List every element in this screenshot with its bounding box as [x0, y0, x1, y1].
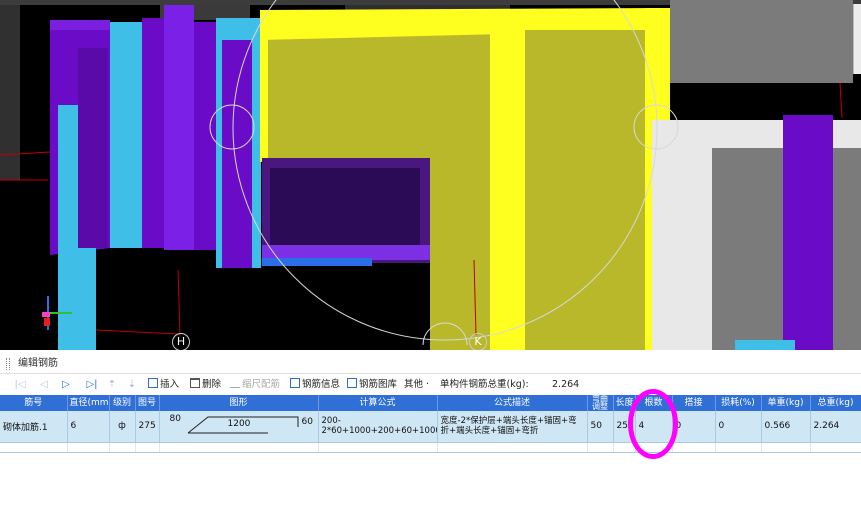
cell-grade[interactable]: ф — [109, 411, 136, 443]
cell-description[interactable]: 宽度-2*保护层+端头长度+锚固+弯折+端头长度+锚固+弯折 — [437, 411, 588, 443]
header-shape[interactable]: 图形 — [159, 395, 319, 411]
header-description[interactable]: 公式描述 — [437, 395, 588, 411]
header-bar-no[interactable]: 筋号 — [0, 395, 68, 411]
first-record-button[interactable]: |◁ — [12, 378, 28, 392]
cell-unit-weight[interactable]: 0.566 — [761, 411, 811, 443]
drag-grip-icon[interactable] — [6, 358, 10, 370]
scale-spacing-button[interactable]: 缩尺配筋 — [230, 378, 280, 392]
delete-label: 删除 — [202, 379, 222, 390]
move-up-icon[interactable]: ⇡ — [108, 378, 116, 392]
rebar-editor-screen: H K 编辑钢筋 |◁ ◁ ▷ ▷| ⇡ ⇣ 插入 删除 缩尺配筋 钢筋信息 钢… — [0, 0, 861, 519]
header-total-weight[interactable]: 总重(kg) — [810, 395, 861, 411]
shape-dim-left: 80 — [169, 414, 181, 424]
scale-icon — [230, 378, 240, 388]
cell-bend-adjust[interactable]: 50 — [587, 411, 614, 443]
3d-scene[interactable] — [0, 0, 861, 350]
next-record-button[interactable]: ▷ — [60, 378, 72, 392]
header-unit-weight[interactable]: 单重(kg) — [761, 395, 811, 411]
rebar-info-button[interactable]: 钢筋信息 — [290, 378, 340, 392]
total-weight-value: 2.264 — [552, 379, 580, 390]
insert-label: 插入 — [160, 379, 180, 390]
header-loss[interactable]: 损耗(%) — [715, 395, 762, 411]
panel-title: 编辑钢筋 — [0, 354, 861, 374]
cell-shape[interactable]: 80 1200 60 — [159, 411, 319, 443]
prev-record-button[interactable]: ◁ — [38, 378, 50, 392]
scale-spacing-label: 缩尺配筋 — [242, 379, 281, 390]
cell-diameter[interactable]: 6 — [67, 411, 110, 443]
insert-icon — [148, 378, 158, 388]
cell-total-weight[interactable]: 2.264 — [810, 411, 861, 443]
panel-title-text: 编辑钢筋 — [18, 358, 58, 369]
rebar-info-label: 钢筋信息 — [302, 379, 341, 390]
edit-rebar-panel: 编辑钢筋 |◁ ◁ ▷ ▷| ⇡ ⇣ 插入 删除 缩尺配筋 钢筋信息 钢筋图库 — [0, 350, 861, 519]
cell-bar-no[interactable]: 砌体加筋.1 — [0, 411, 68, 443]
move-down-icon[interactable]: ⇣ — [128, 378, 136, 392]
rebar-library-icon — [347, 378, 357, 388]
shape-dim-right: 60 — [301, 417, 313, 427]
insert-button[interactable]: 插入 — [148, 378, 179, 392]
empty-row — [0, 442, 861, 453]
header-formula[interactable]: 计算公式 — [318, 395, 438, 411]
cell-formula[interactable]: 200-2*60+1000+200+60+1000+200+60 — [318, 411, 438, 443]
cell-figure-no[interactable]: 275 — [135, 411, 160, 443]
other-menu-button[interactable]: 其他 · — [404, 378, 429, 392]
header-figure-no[interactable]: 图号 — [135, 395, 160, 411]
cell-lap[interactable]: 0 — [672, 411, 716, 443]
total-weight-label: 单构件钢筋总重(kg): — [440, 379, 529, 390]
view-cube-mini[interactable] — [853, 4, 861, 74]
rebar-table: 筋号 直径(mm) 级别 图号 图形 计算公式 公式描述 弯曲调整 长度 根数 … — [0, 395, 861, 453]
cell-loss[interactable]: 0 — [715, 411, 762, 443]
header-diameter[interactable]: 直径(mm) — [67, 395, 110, 411]
axis-label-h: H — [172, 333, 190, 350]
rebar-library-label: 钢筋图库 — [359, 379, 398, 390]
shape-dim-mid: 1200 — [227, 419, 251, 429]
delete-button[interactable]: 删除 — [190, 378, 221, 392]
header-lap[interactable]: 搭接 — [672, 395, 716, 411]
last-record-button[interactable]: ▷| — [84, 378, 100, 392]
rebar-library-button[interactable]: 钢筋图库 — [347, 378, 397, 392]
rebar-info-icon — [290, 378, 300, 388]
table-row[interactable]: 砌体加筋.1 6 ф 275 80 1200 60 200-2*60+1000+… — [0, 411, 861, 443]
panel-toolbar: |◁ ◁ ▷ ▷| ⇡ ⇣ 插入 删除 缩尺配筋 钢筋信息 钢筋图库 其他 · … — [0, 375, 861, 395]
trash-icon — [190, 378, 200, 388]
count-highlight-circle — [628, 389, 678, 459]
3d-viewport[interactable]: H K — [0, 0, 861, 350]
axis-label-k: K — [469, 333, 487, 350]
table-header-row: 筋号 直径(mm) 级别 图号 图形 计算公式 公式描述 弯曲调整 长度 根数 … — [0, 395, 861, 411]
header-bend-adjust[interactable]: 弯曲调整 — [587, 395, 614, 411]
header-grade[interactable]: 级别 — [109, 395, 136, 411]
